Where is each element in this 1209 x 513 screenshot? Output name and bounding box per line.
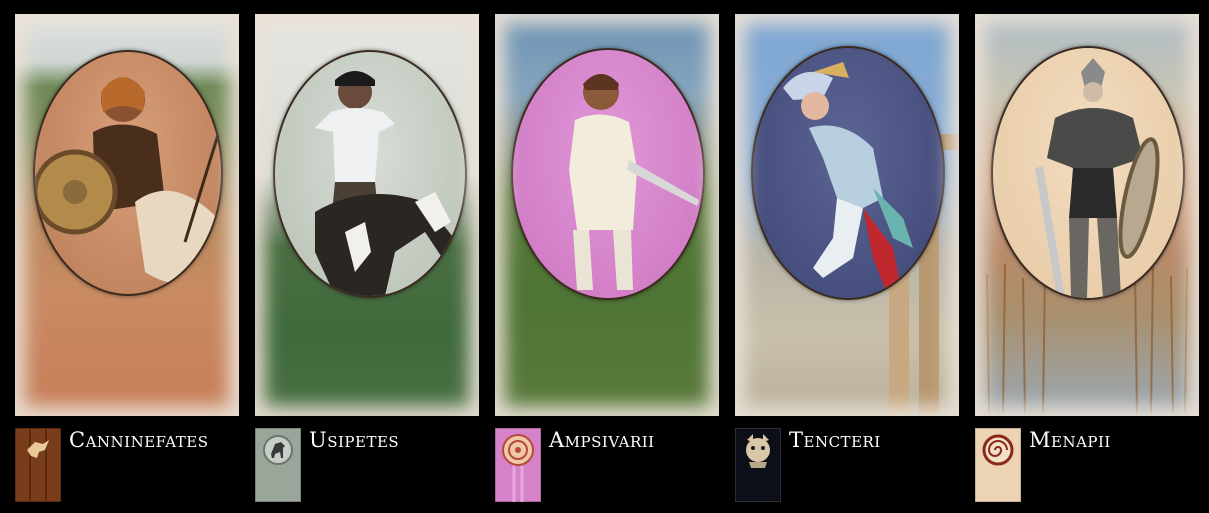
faction-select-screen: { "factions": [ {"name": "Canninefates",… <box>0 0 1209 513</box>
banner-ampsivarii <box>495 428 541 502</box>
banner-menapii <box>975 428 1021 502</box>
faction-portrait-menapii[interactable] <box>975 14 1199 416</box>
faction-portrait-usipetes[interactable] <box>255 14 479 416</box>
faction-name: Usipetes <box>309 428 400 452</box>
armored-warrior-figure-icon <box>1035 58 1160 298</box>
banner-canninefates <box>15 428 61 502</box>
beast-icon <box>746 434 770 468</box>
faction-name: Menapii <box>1029 428 1111 452</box>
faction-card-menapii[interactable]: Menapii <box>975 0 1199 513</box>
faction-portrait-canninefates[interactable] <box>15 14 239 416</box>
faction-name: Ampsivarii <box>549 428 655 452</box>
faction-portrait-tencteri[interactable] <box>735 14 959 416</box>
banner-tencteri <box>735 428 781 502</box>
banner-usipetes <box>255 428 301 502</box>
spiral-icon <box>982 434 1014 466</box>
decorated-warrior-figure-icon <box>783 62 913 298</box>
faction-card-tencteri[interactable]: Tencteri <box>735 0 959 513</box>
swordsman-figure-icon <box>569 74 699 290</box>
horseman-figure-icon <box>315 71 465 296</box>
warrior-figure-icon <box>35 77 221 286</box>
faction-card-canninefates[interactable]: Canninefates <box>15 0 239 513</box>
faction-card-ampsivarii[interactable]: Ampsivarii <box>495 0 719 513</box>
ring-icon <box>502 434 534 466</box>
faction-name: Tencteri <box>789 428 881 452</box>
faction-portrait-ampsivarii[interactable] <box>495 14 719 416</box>
faction-card-usipetes[interactable]: Usipetes <box>255 0 479 513</box>
faction-name: Canninefates <box>69 428 209 452</box>
